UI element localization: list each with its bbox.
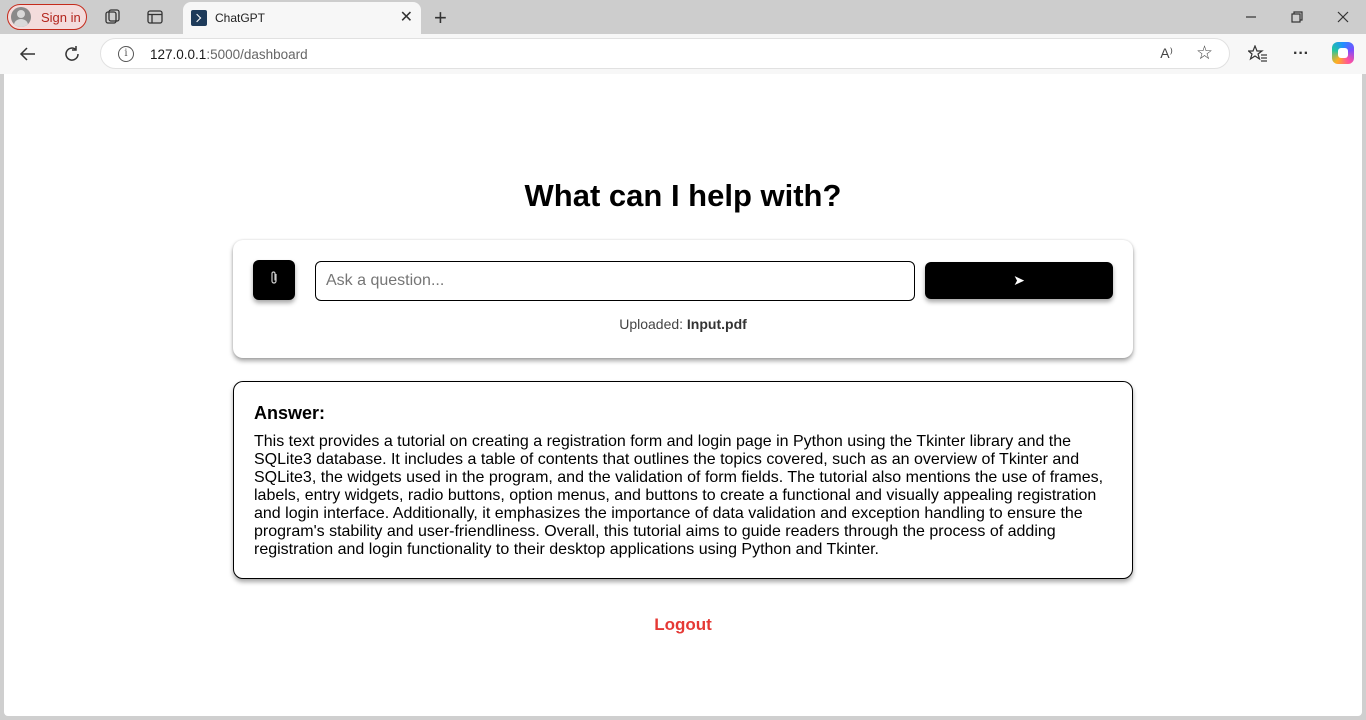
read-aloud-icon[interactable]: A⁾ <box>1160 45 1173 62</box>
terminal-favicon-icon <box>191 10 207 26</box>
url-text[interactable]: 127.0.0.1:5000/dashboard <box>150 47 308 62</box>
answer-text: This text provides a tutorial on creatin… <box>254 433 1104 558</box>
page-viewport: What can I help with? ➤ Uploaded: Input.… <box>4 74 1362 716</box>
uploaded-filename: Input.pdf <box>686 316 747 332</box>
sign-in-label: Sign in <box>41 9 81 25</box>
answer-card: Answer: This text provides a tutorial on… <box>233 381 1133 579</box>
question-input[interactable] <box>315 261 915 301</box>
question-card: ➤ Uploaded: Input.pdf <box>233 240 1133 358</box>
minimize-icon[interactable] <box>1228 4 1274 30</box>
favorite-star-icon[interactable]: ☆ <box>1196 42 1213 65</box>
tab-title: ChatGPT <box>215 11 266 25</box>
copilot-icon[interactable] <box>1332 42 1354 64</box>
uploaded-label: Uploaded: <box>619 316 684 332</box>
upload-status: Uploaded: Input.pdf <box>233 316 1133 332</box>
attach-file-button[interactable] <box>253 260 295 300</box>
close-tab-icon[interactable]: ✕ <box>400 10 413 26</box>
url-path: :5000/dashboard <box>206 47 308 62</box>
page-title: What can I help with? <box>524 178 842 213</box>
site-info-icon[interactable]: i <box>118 46 134 62</box>
address-bar[interactable]: i 127.0.0.1:5000/dashboard A⁾ ☆ <box>100 38 1230 69</box>
send-arrow-icon: ➤ <box>1013 272 1025 288</box>
send-button[interactable]: ➤ <box>925 262 1113 299</box>
back-icon[interactable] <box>16 42 40 66</box>
favorites-list-icon[interactable] <box>1246 42 1270 66</box>
sign-in-button[interactable]: Sign in <box>7 4 87 30</box>
refresh-icon[interactable] <box>60 42 84 66</box>
more-options-icon[interactable]: ··· <box>1289 42 1313 66</box>
profile-avatar-icon <box>11 7 31 27</box>
logout-link[interactable]: Logout <box>4 615 1362 635</box>
new-tab-button[interactable]: + <box>434 5 447 31</box>
workspaces-icon[interactable] <box>103 7 123 27</box>
close-window-icon[interactable] <box>1320 4 1366 30</box>
tab-actions-icon[interactable] <box>145 7 165 27</box>
restore-icon[interactable] <box>1274 4 1320 30</box>
paperclip-icon <box>269 270 279 291</box>
browser-toolbar: i 127.0.0.1:5000/dashboard A⁾ ☆ ··· <box>0 34 1366 74</box>
tab-chatgpt[interactable]: ChatGPT ✕ <box>183 2 421 34</box>
answer-heading: Answer: <box>254 403 326 423</box>
url-host: 127.0.0.1 <box>150 47 207 62</box>
browser-tab-strip: Sign in ChatGPT ✕ + <box>0 0 1366 34</box>
